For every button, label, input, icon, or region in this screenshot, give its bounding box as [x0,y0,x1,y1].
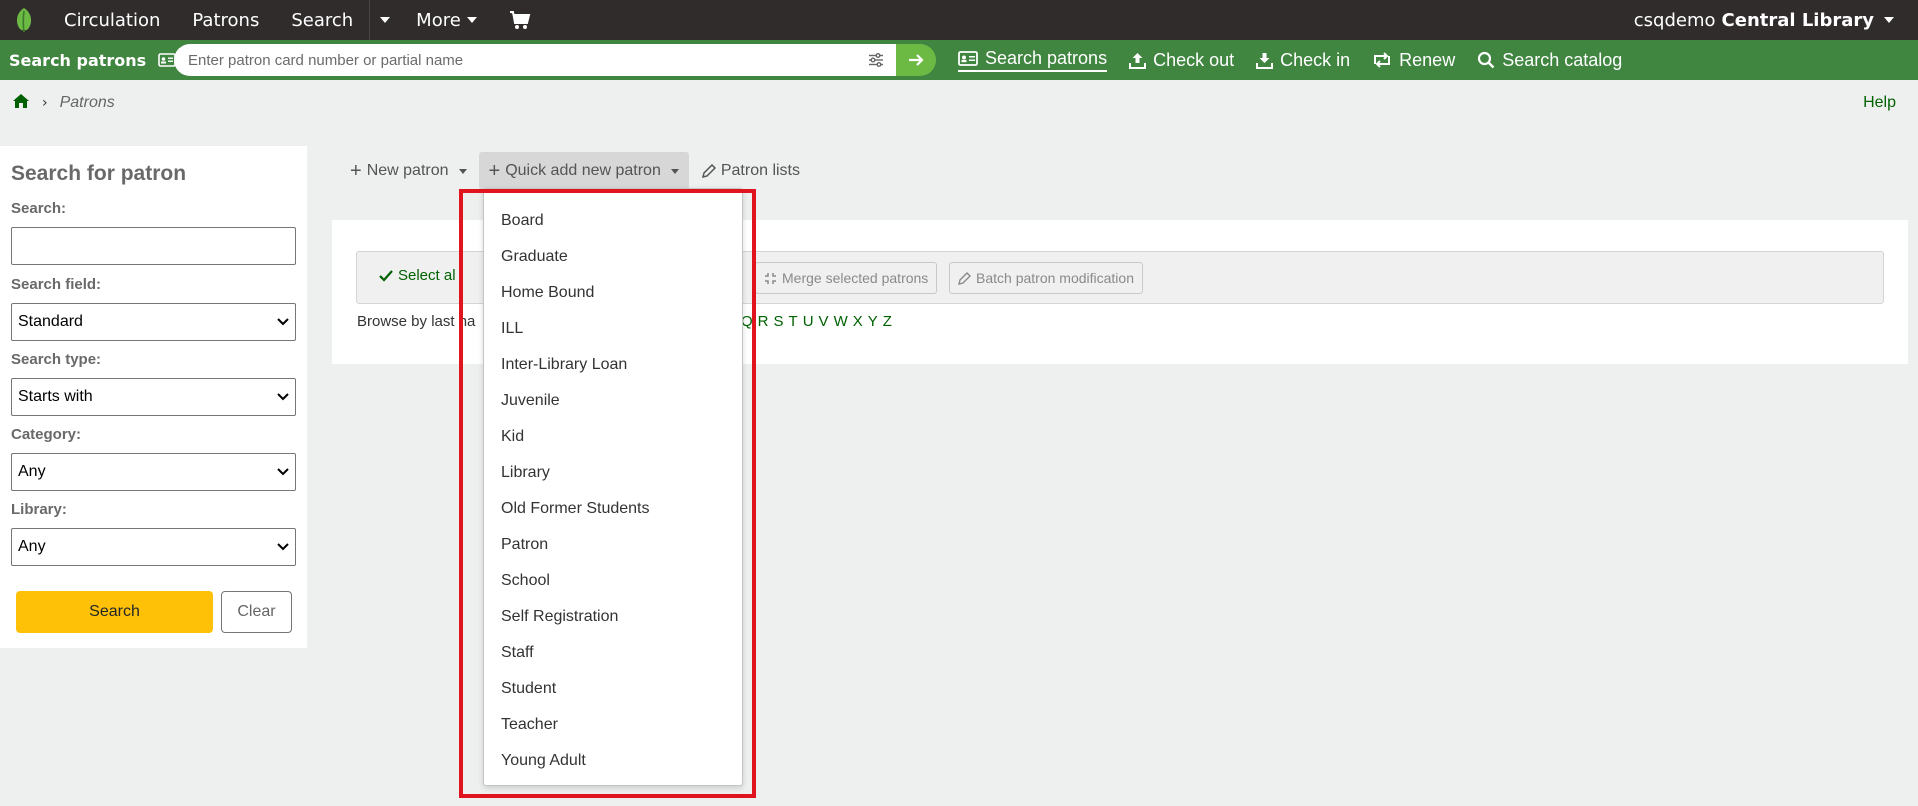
library-value: Any [18,538,46,555]
category-value: Any [18,463,46,480]
select-all-link[interactable]: Select al [379,267,456,284]
koha-logo-icon[interactable] [0,0,48,40]
browse-letter-r[interactable]: R [758,313,769,330]
search-type-select[interactable]: Starts with [11,378,296,416]
annotation-highlight-box [459,189,756,798]
merge-selected-patrons-button[interactable]: Merge selected patrons [755,262,938,294]
library-label: Library: [11,501,67,518]
search-type-label: Search type: [11,351,102,368]
sidebar-search-button[interactable]: Search [16,591,213,633]
chevron-down-icon [277,543,289,551]
check-in-tab[interactable]: Check in [1256,50,1350,71]
renew-tab[interactable]: Renew [1372,50,1455,71]
browse-letter-u[interactable]: U [803,313,814,330]
search-field-label: Search field: [11,276,102,293]
home-icon[interactable] [12,93,30,113]
help-link[interactable]: Help [1863,94,1896,112]
browse-letter-t[interactable]: T [789,313,798,330]
patron-search-input[interactable]: Enter patron card number or partial name [174,44,896,76]
search-submit-button[interactable] [896,44,936,76]
chevron-down-icon [380,17,391,23]
browse-letter-y[interactable]: Y [868,313,878,330]
sidebar-clear-button[interactable]: Clear [221,591,292,633]
pencil-icon [701,163,716,178]
category-select[interactable]: Any [11,453,296,491]
chevron-down-icon [277,468,289,476]
arrow-right-icon [909,54,924,66]
chevron-down-icon [466,17,477,23]
chevron-right-icon: › [42,95,48,111]
browse-letter-z[interactable]: Z [883,313,892,330]
patron-lists-label: Patron lists [720,162,800,179]
quick-add-patron-label: Quick add new patron [505,162,661,179]
search-field-value: Standard [18,313,83,330]
download-icon [1256,52,1274,69]
merge-selected-patrons-label: Merge selected patrons [782,270,929,286]
chevron-down-icon [1884,17,1894,23]
top-navbar: Circulation Patrons Search More csqdemo … [0,0,1918,40]
batch-patron-modification-label: Batch patron modification [976,270,1134,286]
upload-icon [1129,52,1147,69]
check-out-tab[interactable]: Check out [1129,50,1234,71]
id-card-icon [958,51,978,66]
search-patrons-tab-label: Search patrons [985,48,1108,68]
search-icon [1478,51,1495,69]
renew-icon [1374,52,1391,68]
breadcrumb-current: Patrons [59,94,115,111]
nav-circulation[interactable]: Circulation [48,0,176,40]
compress-icon [765,272,776,284]
patron-search-sidebar: Search for patron Search: Search field: … [0,146,307,648]
quick-add-patron-button[interactable]: + Quick add new patron [478,152,689,190]
user-menu[interactable]: csqdemo Central Library [1634,0,1894,40]
browse-letter-s[interactable]: S [774,313,784,330]
nav-search-dropdown-toggle[interactable] [370,0,400,40]
browse-by-last-name-label: Browse by last na [357,313,476,330]
chevron-down-icon [277,393,289,401]
search-options-icon[interactable] [856,44,896,76]
search-field-select[interactable]: Standard [11,303,296,341]
search-patrons-tab[interactable]: Search patrons [958,48,1108,72]
nav-search[interactable]: Search [275,0,369,40]
search-mode-links: Search patrons Check out Check in Renew … [958,40,1644,80]
sidebar-search-input[interactable] [11,227,296,265]
check-out-tab-label: Check out [1153,49,1235,70]
search-label: Search: [11,200,67,217]
new-patron-label: New patron [366,162,449,179]
select-all-label: Select al [398,267,456,284]
chevron-down-icon [277,318,289,326]
check-icon [379,269,393,282]
breadcrumb: › Patrons [12,92,115,114]
cart-icon[interactable] [493,0,547,40]
browse-letters: Q R S T U V W X Y Z [741,313,897,330]
patron-search-bar: Search patrons Enter patron card number … [0,40,1918,80]
nav-more[interactable]: More [400,0,493,40]
nav-patrons[interactable]: Patrons [176,0,275,40]
logged-in-library: Central Library [1721,9,1874,31]
plus-icon: + [488,160,501,182]
pencil-icon [958,271,971,285]
username: csqdemo [1633,9,1716,31]
plus-icon: + [350,160,362,182]
browse-letter-w[interactable]: W [834,313,848,330]
browse-letter-x[interactable]: X [853,313,863,330]
new-patron-button[interactable]: + New patron [340,152,477,190]
browse-letter-v[interactable]: V [819,313,829,330]
nav-more-label: More [416,9,461,31]
search-catalog-tab-label: Search catalog [1502,49,1623,70]
chevron-down-icon [458,168,467,174]
renew-tab-label: Renew [1399,49,1456,70]
patron-lists-button[interactable]: Patron lists [691,152,810,190]
search-patrons-header[interactable]: Search patrons [9,40,177,80]
library-select[interactable]: Any [11,528,296,566]
patron-toolbar: + New patron + Quick add new patron Patr… [340,152,810,190]
chevron-down-icon [670,168,679,174]
sidebar-title: Search for patron [11,162,187,185]
batch-patron-modification-button[interactable]: Batch patron modification [949,262,1143,294]
search-type-value: Starts with [18,388,93,405]
search-catalog-tab[interactable]: Search catalog [1477,50,1622,71]
search-patrons-header-label: Search patrons [9,50,147,70]
category-label: Category: [11,426,82,443]
check-in-tab-label: Check in [1280,49,1351,70]
